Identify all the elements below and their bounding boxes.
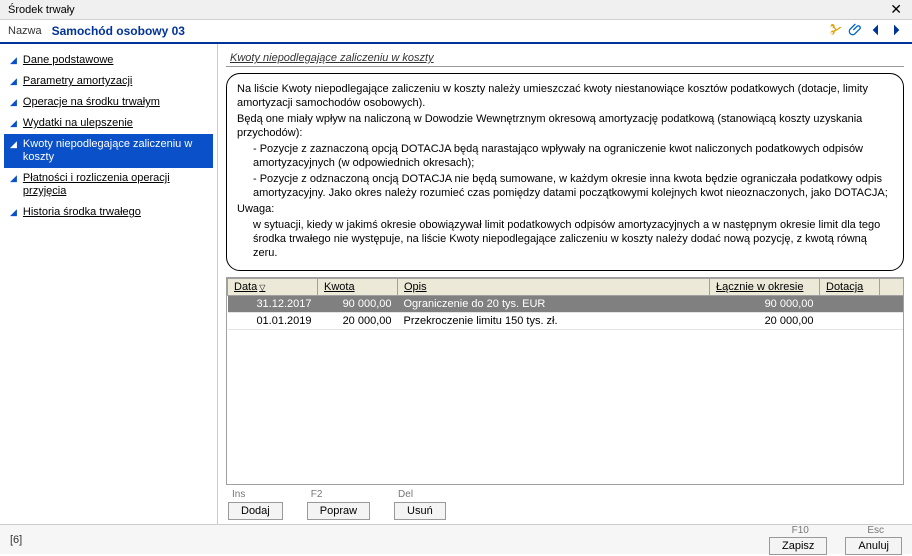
col-header-dotacja[interactable]: Dotacja <box>820 279 880 296</box>
table-row[interactable]: 31.12.2017 90 000,00 Ograniczenie do 20 … <box>228 296 904 313</box>
cell-total: 90 000,00 <box>710 296 820 313</box>
cell-desc: Przekroczenie limitu 150 tys. zł. <box>398 313 710 330</box>
shortcut-del: Del <box>394 489 413 500</box>
prev-icon[interactable] <box>868 22 884 41</box>
paperclip-icon[interactable] <box>848 22 864 41</box>
next-icon[interactable] <box>888 22 904 41</box>
cell-desc: Ograniczenie do 20 tys. EUR <box>398 296 710 313</box>
shortcut-esc: Esc <box>863 525 884 536</box>
shortcut-f10: F10 <box>788 525 809 536</box>
cell-donation <box>820 313 880 330</box>
sidebar-item-kwoty-niepodlegajace[interactable]: ◢ Kwoty niepodlegające zaliczeniu w kosz… <box>4 134 213 168</box>
record-counter: [6] <box>10 534 22 546</box>
triangle-icon: ◢ <box>10 118 17 129</box>
info-bullet: - Pozycje z odznaczoną oncją DOTACJA nie… <box>237 172 893 200</box>
data-table[interactable]: Data▽ Kwota Opis Łącznie w okresie Dotac… <box>226 277 904 485</box>
table-row[interactable]: 01.01.2019 20 000,00 Przekroczenie limit… <box>228 313 904 330</box>
col-header-data[interactable]: Data▽ <box>228 279 318 296</box>
name-value: Samochód osobowy 03 <box>52 24 185 38</box>
info-warning-label: Uwaga: <box>237 202 893 216</box>
edit-button[interactable]: Popraw <box>307 502 370 520</box>
shortcut-ins: Ins <box>228 489 245 500</box>
section-title: Kwoty niepodlegające zaliczeniu w koszty <box>226 50 904 67</box>
shortcut-f2: F2 <box>307 489 323 500</box>
name-label: Nazwa <box>8 25 42 37</box>
footer: [6] F10 Zapisz Esc Anuluj <box>0 524 912 554</box>
cell-date: 01.01.2019 <box>228 313 318 330</box>
col-header-kwota[interactable]: Kwota <box>318 279 398 296</box>
sidebar-item-wydatki[interactable]: ◢ Wydatki na ulepszenie <box>4 113 213 134</box>
sidebar-item-label: Kwoty niepodlegające zaliczeniu w koszty <box>23 138 207 164</box>
col-header-lacznie[interactable]: Łącznie w okresie <box>710 279 820 296</box>
save-button[interactable]: Zapisz <box>769 537 827 555</box>
triangle-icon: ◢ <box>10 207 17 218</box>
triangle-icon: ◢ <box>10 55 17 66</box>
triangle-icon: ◢ <box>10 139 17 150</box>
close-icon[interactable]: ✕ <box>884 1 908 18</box>
name-bar: Nazwa Samochód osobowy 03 <box>0 20 912 44</box>
info-warning-text: w sytuacji, kiedy w jakimś okresie obowi… <box>237 218 893 260</box>
sidebar-item-label: Wydatki na ulepszenie <box>23 117 133 130</box>
sidebar-item-label: Płatności i rozliczenia operacji przyjęc… <box>23 172 207 198</box>
main-panel: Kwoty niepodlegające zaliczeniu w koszty… <box>218 44 912 524</box>
sidebar-item-historia[interactable]: ◢ Historia środka trwałego <box>4 202 213 223</box>
triangle-icon: ◢ <box>10 76 17 87</box>
sidebar-item-label: Dane podstawowe <box>23 54 114 67</box>
scissors-icon[interactable] <box>828 22 844 41</box>
sidebar-item-operacje[interactable]: ◢ Operacje na środku trwałym <box>4 92 213 113</box>
sort-indicator-icon: ▽ <box>257 283 265 292</box>
col-header-opis[interactable]: Opis <box>398 279 710 296</box>
table-actions: Ins Dodaj F2 Popraw Del Usuń <box>226 485 904 520</box>
cell-total: 20 000,00 <box>710 313 820 330</box>
sidebar-item-label: Parametry amortyzacji <box>23 75 132 88</box>
add-button[interactable]: Dodaj <box>228 502 283 520</box>
sidebar-item-parametry-amortyzacji[interactable]: ◢ Parametry amortyzacji <box>4 71 213 92</box>
sidebar-item-label: Historia środka trwałego <box>23 206 141 219</box>
delete-button[interactable]: Usuń <box>394 502 446 520</box>
triangle-icon: ◢ <box>10 173 17 184</box>
cell-donation <box>820 296 880 313</box>
info-text: Na liście Kwoty niepodlegające zaliczeni… <box>237 82 893 110</box>
titlebar: Środek trwały ✕ <box>0 0 912 20</box>
cell-date: 31.12.2017 <box>228 296 318 313</box>
sidebar-item-platnosci[interactable]: ◢ Płatności i rozliczenia operacji przyj… <box>4 168 213 202</box>
window-title: Środek trwały <box>8 4 75 16</box>
cell-amount: 20 000,00 <box>318 313 398 330</box>
sidebar-item-label: Operacje na środku trwałym <box>23 96 160 109</box>
sidebar: ◢ Dane podstawowe ◢ Parametry amortyzacj… <box>0 44 218 524</box>
cell-amount: 90 000,00 <box>318 296 398 313</box>
info-bullet: - Pozycje z zaznaczoną opcją DOTACJA będ… <box>237 142 893 170</box>
info-box: Na liście Kwoty niepodlegające zaliczeni… <box>226 73 904 271</box>
sidebar-item-dane-podstawowe[interactable]: ◢ Dane podstawowe <box>4 50 213 71</box>
cancel-button[interactable]: Anuluj <box>845 537 902 555</box>
info-text: Będą one miały wpływ na naliczoną w Dowo… <box>237 112 893 140</box>
triangle-icon: ◢ <box>10 97 17 108</box>
